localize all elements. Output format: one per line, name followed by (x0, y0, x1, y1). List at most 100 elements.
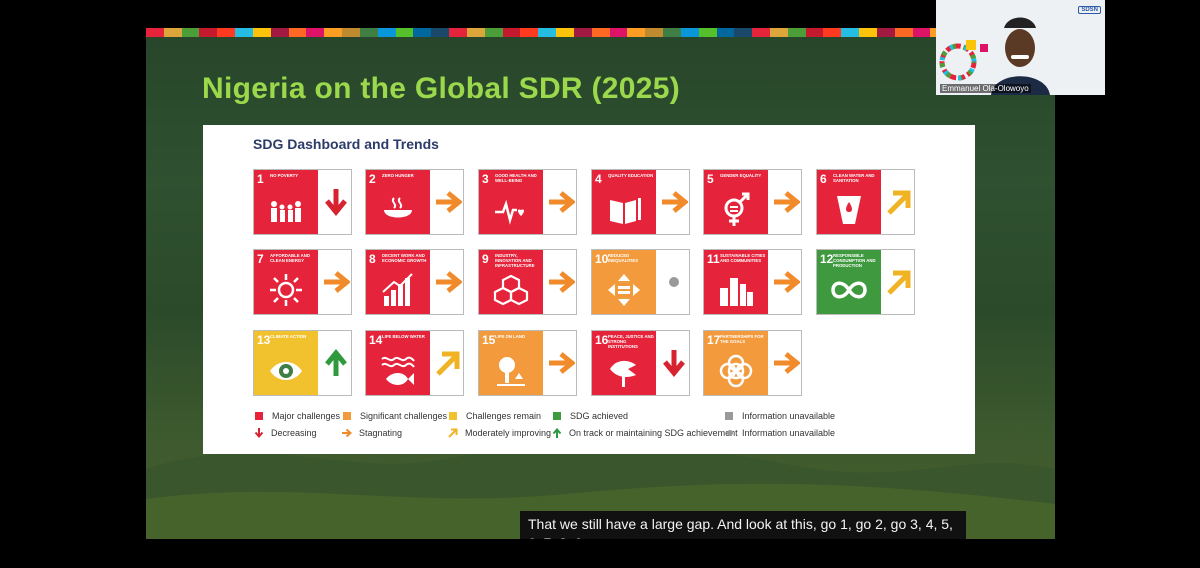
rings-icon (719, 354, 753, 388)
stripe-segment (359, 28, 378, 37)
arrow-right-icon (662, 191, 688, 213)
arrow-up-right-icon (887, 270, 911, 295)
legend-label: Information unavailable (742, 428, 836, 438)
stripe-segment (894, 28, 913, 37)
sdg-label: Life on land (495, 334, 526, 339)
tree-icon (497, 357, 525, 386)
sdg-label: Sustainable cities and communities (720, 253, 766, 263)
arrow-right-icon (774, 271, 800, 293)
stripe-segment (752, 28, 770, 37)
sdg-tile-11: 11 Sustainable cities and communities (703, 249, 802, 315)
arrow-right-icon (774, 191, 800, 213)
sdg-tile-9: 9 Industry, innovation and infrastructure (478, 249, 577, 315)
stripe-segment (591, 28, 610, 37)
sdg-tile-1: 1 No poverty (253, 169, 352, 235)
sdg-tile-4: 4 Quality education (591, 169, 690, 235)
sdg-number: 15 (482, 333, 496, 347)
sdg-label: Affordable and clean energy (270, 253, 310, 263)
legend-label: Significant challenges (360, 411, 448, 421)
fish-icon (381, 356, 415, 385)
sdg-tile-10: 10 Reduced inequalities (591, 249, 690, 315)
arrow-right-icon (324, 271, 350, 293)
stripe-segment (306, 28, 325, 37)
arrow-up-right-icon (887, 190, 911, 215)
legend-remain: Challenges remain (449, 411, 541, 421)
growth-chart-icon (382, 273, 413, 306)
sdg-number: 6 (820, 172, 827, 186)
sdg-number: 1 (257, 172, 264, 186)
legend-stagnating: Stagnating (342, 428, 402, 438)
sdg-number: 5 (707, 172, 714, 186)
sdg-number: 16 (595, 333, 609, 347)
sdg-4-status-square: 4 Quality education (592, 170, 656, 234)
participant-name: Emmanuel Ola-Olowoyo (940, 84, 1031, 93)
stripe-segment (805, 28, 824, 37)
stripe-segment (645, 28, 664, 37)
sdg-label: Responsible consumption and production (833, 253, 876, 268)
water-icon (837, 196, 861, 224)
arrow-down-icon (254, 428, 264, 438)
sdg-label: Clean water and sanitation (833, 173, 875, 183)
stripe-segment (573, 28, 592, 37)
sdg-tile-14: 14 Life below water (365, 330, 464, 396)
stripe-segment (163, 28, 182, 37)
sdg-label: Reduced inequalities (608, 253, 639, 263)
sdg-tile-2: 2 Zero hunger (365, 169, 464, 235)
sdg-number: 3 (482, 172, 489, 186)
stripe-segment (680, 28, 699, 37)
sdg-number: 17 (707, 333, 721, 347)
arrow-down-icon (663, 350, 685, 377)
sdg-label: Partnerships for the goals (720, 334, 764, 344)
legend-swatch-green (553, 412, 561, 420)
sdg-color-stripe (146, 28, 1055, 37)
sdg-number: 9 (482, 252, 489, 266)
stripe-segment (663, 28, 681, 37)
sdg-dashboard-panel: SDG Dashboard and Trends 1 No poverty 2 Zer… (203, 125, 975, 454)
legend-on-track: On track or maintaining SDG achievement (552, 428, 738, 438)
legend-label: SDG achieved (570, 411, 629, 421)
sdg-6-status-square: 6 Clean water and sanitation (817, 170, 881, 234)
stripe-segment (395, 28, 414, 37)
eye-icon (270, 362, 302, 380)
stripe-segment (876, 28, 895, 37)
sdg-tile-15: 15 Life on land (478, 330, 577, 396)
sdg-12-status-square: 12 Responsible consumption and production (817, 250, 881, 314)
sdg-tile-3: 3 Good health and well-being (478, 169, 577, 235)
sdg-number: 14 (369, 333, 383, 347)
sdg-16-status-square: 16 Peace, justice and strong institutions (592, 331, 656, 395)
sdg-9-status-square: 9 Industry, innovation and infrastructure (479, 250, 543, 314)
legend-swatch-orange (343, 412, 351, 420)
participant-video[interactable]: SDSN Emmanuel Ola-Olowoyo (936, 0, 1105, 95)
arrow-right-icon (549, 271, 575, 293)
live-caption: That we still have a large gap. And look… (520, 511, 966, 539)
sdg-tile-6: 6 Clean water and sanitation (816, 169, 915, 235)
sdg-tile-13: 13 Climate action (253, 330, 352, 396)
sdg-number: 7 (257, 252, 264, 266)
sdg-11-status-square: 11 Sustainable cities and communities (704, 250, 768, 314)
legend-unavailable-dot: Information unavailable (725, 428, 835, 438)
sdg-label: Decent work and economic growth (382, 253, 427, 263)
infinity-icon (831, 281, 867, 299)
stripe-segment (823, 28, 842, 37)
sdg-number: 4 (595, 172, 602, 186)
stripe-segment (377, 28, 396, 37)
stripe-segment (698, 28, 717, 37)
legend-major: Major challenges (255, 411, 340, 421)
sun-icon (270, 274, 302, 306)
stripe-segment (627, 28, 646, 37)
sdg-14-status-square: 14 Life below water (366, 331, 430, 395)
sdg-label: Industry, innovation and infrastructure (495, 253, 535, 268)
sdg-5-status-square: 5 Gender equality (704, 170, 768, 234)
grey-dot-icon (727, 430, 733, 436)
stripe-segment (342, 28, 360, 37)
sdg-3-status-square: 3 Good health and well-being (479, 170, 543, 234)
legend-swatch-grey (725, 412, 733, 420)
legend-swatch-yellow (449, 412, 457, 420)
stripe-segment (270, 28, 289, 37)
sdg-tile-7: 7 Affordable and clean energy (253, 249, 352, 315)
dashboard-title: SDG Dashboard and Trends (253, 136, 439, 152)
sdg-number: 2 (369, 172, 376, 186)
arrow-right-icon (549, 191, 575, 213)
sdg-label: Life below water (382, 334, 425, 339)
stripe-segment (484, 28, 503, 37)
